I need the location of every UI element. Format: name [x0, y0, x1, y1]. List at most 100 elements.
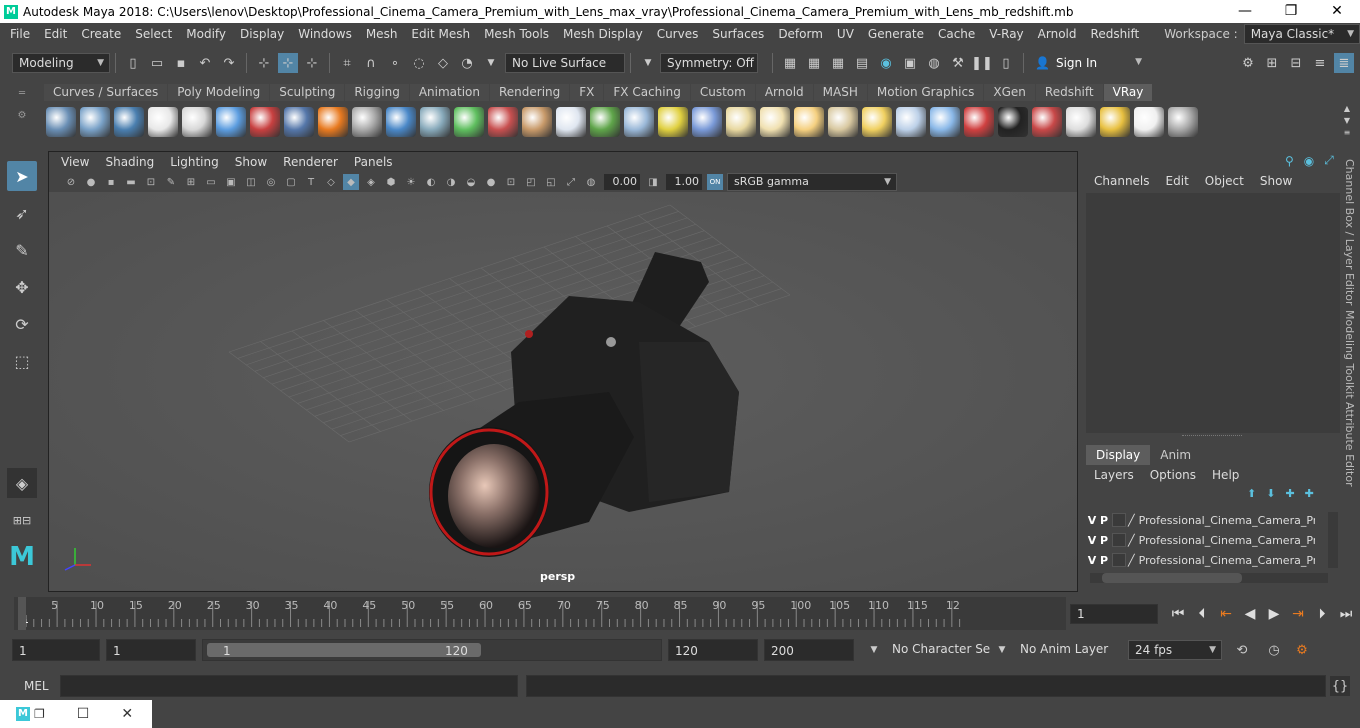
menu-cache[interactable]: Cache: [931, 23, 982, 45]
chevron-down-icon[interactable]: ▼: [864, 640, 884, 660]
step-forward-frame-icon[interactable]: ⏵: [1311, 603, 1333, 625]
channel-sync-icon[interactable]: ◉: [1304, 154, 1314, 168]
snap-point-icon[interactable]: ∘: [385, 53, 405, 73]
wireframe-icon[interactable]: ◇: [323, 174, 339, 190]
layer-playback-toggle[interactable]: P: [1098, 554, 1110, 567]
layer-display-type-toggle[interactable]: [1112, 533, 1126, 547]
layer-editor-toggle-icon[interactable]: ≣: [1334, 53, 1354, 73]
chevron-down-icon[interactable]: ▼: [481, 53, 501, 73]
layer-row[interactable]: VP ╱Professional_Cinema_Camera_Prem: [1086, 530, 1326, 550]
chevron-down-icon[interactable]: ▼: [992, 640, 1012, 660]
close-icon[interactable]: ✕: [121, 706, 133, 722]
panel-menu-lighting[interactable]: Lighting: [162, 152, 227, 172]
shelf-tab-fx-caching[interactable]: FX Caching: [604, 84, 690, 101]
menu-file[interactable]: File: [3, 23, 37, 45]
close-button[interactable]: ✕: [1314, 0, 1360, 23]
xray-joints-icon[interactable]: ◱: [543, 174, 559, 190]
lasso-tool-icon[interactable]: ➶: [7, 198, 37, 228]
panel-menu-panels[interactable]: Panels: [346, 152, 401, 172]
maximize-button[interactable]: ❐: [1268, 0, 1314, 23]
chevron-down-icon[interactable]: ▼: [638, 53, 658, 73]
attribute-editor-toggle-icon[interactable]: ⊞: [1262, 53, 1282, 73]
maximize-icon[interactable]: ☐: [77, 706, 90, 722]
field-chart-icon[interactable]: ◎: [263, 174, 279, 190]
shelf-tab-redshift[interactable]: Redshift: [1035, 84, 1103, 101]
range-slider[interactable]: 1 120: [202, 639, 662, 661]
toggle-icon[interactable]: ▯: [996, 53, 1016, 73]
tool-settings-toggle-icon[interactable]: ⊟: [1286, 53, 1306, 73]
shelf-tool-icon[interactable]: [352, 107, 382, 137]
layer-row[interactable]: VP ╱Professional_Cinema_Camera_Prem: [1086, 550, 1326, 570]
side-tab-attribute-editor[interactable]: Attribute Editor: [1343, 402, 1356, 487]
pause-icon[interactable]: ❚❚: [971, 53, 993, 73]
side-tab-channel-box-layer-editor[interactable]: Channel Box / Layer Editor: [1343, 159, 1356, 306]
shelf-tool-icon[interactable]: [862, 107, 892, 137]
select-hierarchy-icon[interactable]: ⊹: [254, 53, 274, 73]
current-frame-marker[interactable]: [18, 597, 26, 630]
shadows-icon[interactable]: ◐: [423, 174, 439, 190]
bookmarks-icon[interactable]: ▪: [103, 174, 119, 190]
splitter-handle[interactable]: [1182, 435, 1242, 437]
layer-display-type-toggle[interactable]: [1112, 513, 1126, 527]
auto-key-icon[interactable]: ◷: [1264, 640, 1284, 660]
shelf-tab-mash[interactable]: MASH: [813, 84, 867, 101]
snap-grid-icon[interactable]: ⌗: [337, 53, 357, 73]
go-to-end-icon[interactable]: ⏭: [1335, 603, 1357, 625]
go-to-start-icon[interactable]: ⏮: [1167, 603, 1189, 625]
channel-box-menu-channels[interactable]: Channels: [1086, 171, 1158, 191]
menu-curves[interactable]: Curves: [650, 23, 706, 45]
menu-mesh-tools[interactable]: Mesh Tools: [477, 23, 556, 45]
render-frame-icon[interactable]: ▦: [804, 53, 824, 73]
shelf-tool-icon[interactable]: [1134, 107, 1164, 137]
shelf-tool-icon[interactable]: [318, 107, 348, 137]
paint-select-tool-icon[interactable]: ✎: [7, 235, 37, 265]
hypershade-icon[interactable]: ◉: [876, 53, 896, 73]
vray-render-icon[interactable]: ▣: [900, 53, 920, 73]
shelf-tool-icon[interactable]: [930, 107, 960, 137]
shelf-tool-icon[interactable]: [420, 107, 450, 137]
snap-surface-icon[interactable]: ◇: [433, 53, 453, 73]
animation-preferences-icon[interactable]: ⚙: [1292, 640, 1312, 660]
time-slider[interactable]: 1510152025303540455055606570758085909510…: [14, 597, 1066, 630]
shelf-tool-icon[interactable]: [1066, 107, 1096, 137]
modeling-toolkit-toggle-icon[interactable]: ⚙: [1238, 53, 1258, 73]
menu-redshift[interactable]: Redshift: [1084, 23, 1147, 45]
workspace-dropdown[interactable]: Maya Classic* ▼: [1243, 24, 1360, 44]
shelf-tool-icon[interactable]: [692, 107, 722, 137]
menu-generate[interactable]: Generate: [861, 23, 931, 45]
shelf-tool-icon[interactable]: [488, 107, 518, 137]
shelf-tool-icon[interactable]: [114, 107, 144, 137]
mel-label[interactable]: MEL: [0, 679, 58, 693]
single-view-icon[interactable]: ◈: [7, 468, 37, 498]
menu-uv[interactable]: UV: [830, 23, 861, 45]
layer-tab-display[interactable]: Display: [1086, 445, 1151, 465]
loop-icon[interactable]: ⟲: [1232, 640, 1252, 660]
camera-attributes-icon[interactable]: ●: [83, 174, 99, 190]
menu-edit-mesh[interactable]: Edit Mesh: [404, 23, 477, 45]
gamma-icon[interactable]: ◨: [645, 174, 661, 190]
move-layer-down-icon[interactable]: ⬇: [1266, 487, 1275, 500]
shelf-tool-icon[interactable]: [658, 107, 688, 137]
shelf-tool-icon[interactable]: [522, 107, 552, 137]
shelf-tool-icon[interactable]: [726, 107, 756, 137]
menu-arnold[interactable]: Arnold: [1031, 23, 1084, 45]
grid-toggle-icon[interactable]: ⊞: [183, 174, 199, 190]
shelf-tool-icon[interactable]: [284, 107, 314, 137]
panel-menu-view[interactable]: View: [53, 152, 97, 172]
ambient-occlusion-icon[interactable]: ◑: [443, 174, 459, 190]
fps-dropdown[interactable]: 24 fps ▼: [1128, 640, 1222, 660]
xray-components-icon[interactable]: ⤢: [563, 174, 579, 190]
menu-display[interactable]: Display: [233, 23, 291, 45]
shelf-tab-xgen[interactable]: XGen: [984, 84, 1035, 101]
xray-icon[interactable]: ◰: [523, 174, 539, 190]
shelf-tab-rigging[interactable]: Rigging: [345, 84, 409, 101]
layer-menu-help[interactable]: Help: [1204, 465, 1247, 485]
layer-visibility-toggle[interactable]: V: [1086, 514, 1098, 527]
menu-deform[interactable]: Deform: [771, 23, 830, 45]
snap-curve-icon[interactable]: ∩: [361, 53, 381, 73]
symmetry-field[interactable]: Symmetry: Off: [660, 53, 758, 73]
shelf-tab-arnold[interactable]: Arnold: [755, 84, 813, 101]
shelf-tool-icon[interactable]: [556, 107, 586, 137]
color-space-dropdown[interactable]: sRGB gamma ▼: [727, 173, 897, 191]
save-scene-icon[interactable]: ▪: [171, 53, 191, 73]
